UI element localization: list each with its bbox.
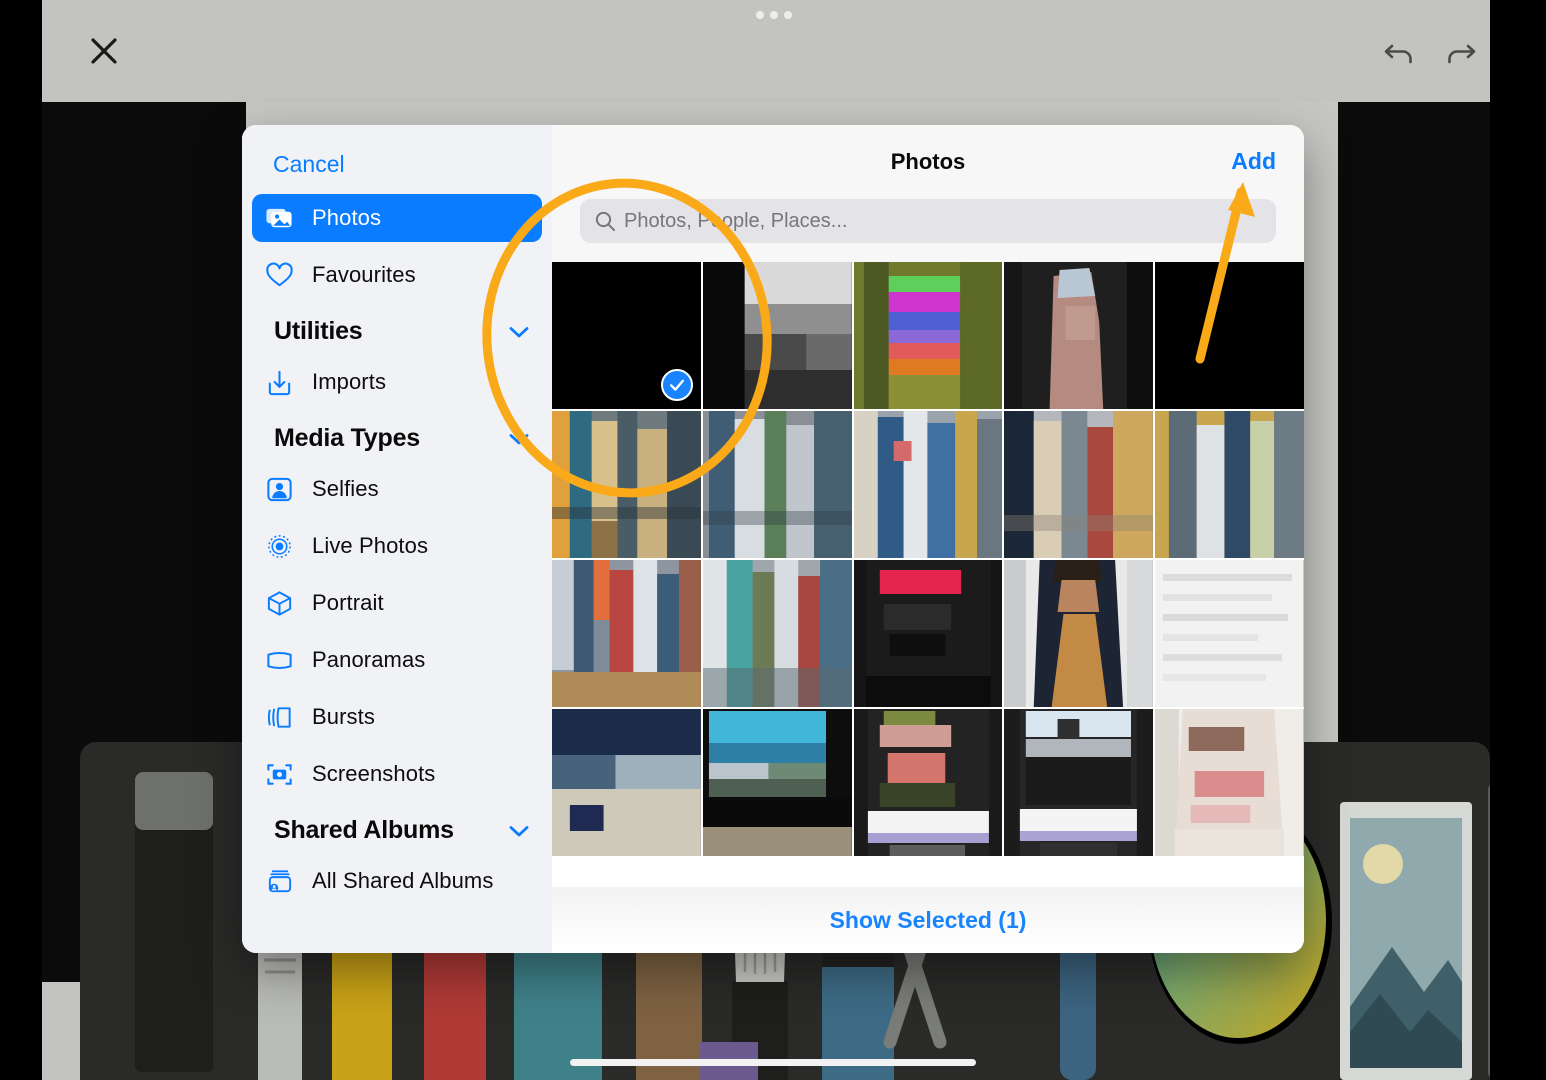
drag-handle-dots-icon[interactable] (756, 9, 792, 21)
sidebar-item-portrait[interactable]: Portrait (252, 579, 542, 627)
heart-icon (264, 260, 294, 290)
sidebar-item-photos[interactable]: Photos (252, 194, 542, 242)
page-title: Photos (890, 149, 966, 174)
sidebar-item-screenshots[interactable]: Screenshots (252, 750, 542, 798)
sidebar-item-label: Live Photos (312, 533, 429, 558)
sidebar-item-panoramas[interactable]: Panoramas (252, 636, 542, 684)
photo-cell[interactable] (1155, 411, 1304, 558)
photo-cell[interactable] (702, 262, 852, 409)
show-selected-button[interactable]: Show Selected (1) (552, 887, 1304, 953)
photo-cell[interactable] (552, 560, 701, 707)
photo-cell[interactable] (552, 709, 701, 856)
sidebar-item-favourites[interactable]: Favourites (252, 251, 542, 299)
picker-header: Photos Add (552, 125, 1304, 262)
bursts-stack-icon (264, 702, 294, 732)
photo-cell[interactable] (702, 411, 852, 558)
screen-root: Cancel Photos Favourites Utilities Impor… (0, 0, 1546, 1080)
sidebar-item-label: Portrait (312, 590, 384, 615)
photo-cell[interactable] (552, 262, 701, 409)
sidebar-item-label: Selfies (312, 476, 379, 501)
sidebar-item-all-shared-albums[interactable]: All Shared Albums (252, 857, 542, 905)
photo-cell[interactable] (1155, 560, 1304, 707)
chevron-down-icon[interactable] (508, 325, 530, 339)
sidebar-item-bursts[interactable]: Bursts (252, 693, 542, 741)
add-button[interactable]: Add (1231, 148, 1276, 175)
show-selected-label: Show Selected (1) (829, 906, 1027, 933)
search-input[interactable] (624, 209, 1262, 233)
sidebar-item-label: Photos (312, 205, 382, 230)
top-right-toolbar (1382, 34, 1478, 68)
section-title: Utilities (274, 317, 363, 345)
sidebar-item-selfies[interactable]: Selfies (252, 465, 542, 513)
picker-main-pane: Photos Add Photos, People, Places... Sho… (552, 125, 1304, 953)
redo-icon[interactable] (1444, 34, 1478, 68)
photo-cell[interactable] (702, 709, 852, 856)
photos-stack-icon (264, 203, 294, 233)
sidebar-item-label: Favourites (312, 262, 416, 287)
photo-picker-dialog: Cancel Photos Favourites Utilities Impor… (242, 125, 1304, 953)
cube-icon (264, 588, 294, 618)
sidebar-section-header-utilities[interactable]: Utilities (274, 317, 530, 346)
photo-cell[interactable] (1004, 560, 1154, 707)
sidebar-item-imports[interactable]: Imports (252, 358, 542, 406)
home-indicator[interactable] (570, 1059, 976, 1066)
search-icon (594, 210, 616, 232)
panorama-icon (264, 645, 294, 675)
photo-cell[interactable] (853, 709, 1003, 856)
canister-tool (1488, 784, 1490, 1078)
photo-cell[interactable] (853, 560, 1003, 707)
sidebar-section-header-shared-albums[interactable]: Shared Albums (274, 816, 530, 845)
sidebar-primary-list: Photos Favourites Utilities Imports Medi… (242, 194, 552, 905)
sidebar-section-header-media-types[interactable]: Media Types (274, 424, 530, 453)
photo-cell[interactable] (1004, 262, 1154, 409)
photo-cell[interactable] (853, 411, 1003, 558)
sidebar-item-label: Imports (312, 369, 387, 394)
shared-album-icon (264, 866, 294, 896)
picker-sidebar: Cancel Photos Favourites Utilities Impor… (242, 125, 552, 953)
photo-cell[interactable] (702, 560, 852, 707)
screenshot-camera-icon (264, 759, 294, 789)
sidebar-item-label: All Shared Albums (312, 868, 494, 893)
photo-cell[interactable] (1155, 262, 1304, 409)
sidebar-item-live-photos[interactable]: Live Photos (252, 522, 542, 570)
chevron-down-icon[interactable] (508, 824, 530, 838)
section-title: Media Types (274, 424, 420, 452)
section-title: Shared Albums (274, 816, 454, 844)
close-icon[interactable] (88, 35, 120, 67)
cancel-button[interactable]: Cancel (242, 125, 552, 178)
image-thumbnail (1340, 802, 1472, 1080)
eraser-tool (135, 772, 213, 1072)
sidebar-item-label: Screenshots (312, 761, 436, 786)
photo-cell[interactable] (1155, 709, 1304, 856)
import-download-icon (264, 367, 294, 397)
photo-cell[interactable] (552, 411, 701, 558)
sidebar-item-label: Panoramas (312, 647, 426, 672)
photo-cell[interactable] (1004, 709, 1154, 856)
sidebar-item-label: Bursts (312, 704, 375, 729)
checkmark-circle-icon (660, 369, 693, 401)
person-portrait-icon (264, 474, 294, 504)
photo-cell[interactable] (853, 262, 1003, 409)
photo-cell[interactable] (1004, 411, 1154, 558)
photo-grid (552, 262, 1304, 887)
chevron-down-icon[interactable] (508, 432, 530, 446)
search-bar[interactable] (580, 199, 1276, 243)
undo-icon[interactable] (1382, 34, 1416, 68)
live-photo-icon (264, 531, 294, 561)
